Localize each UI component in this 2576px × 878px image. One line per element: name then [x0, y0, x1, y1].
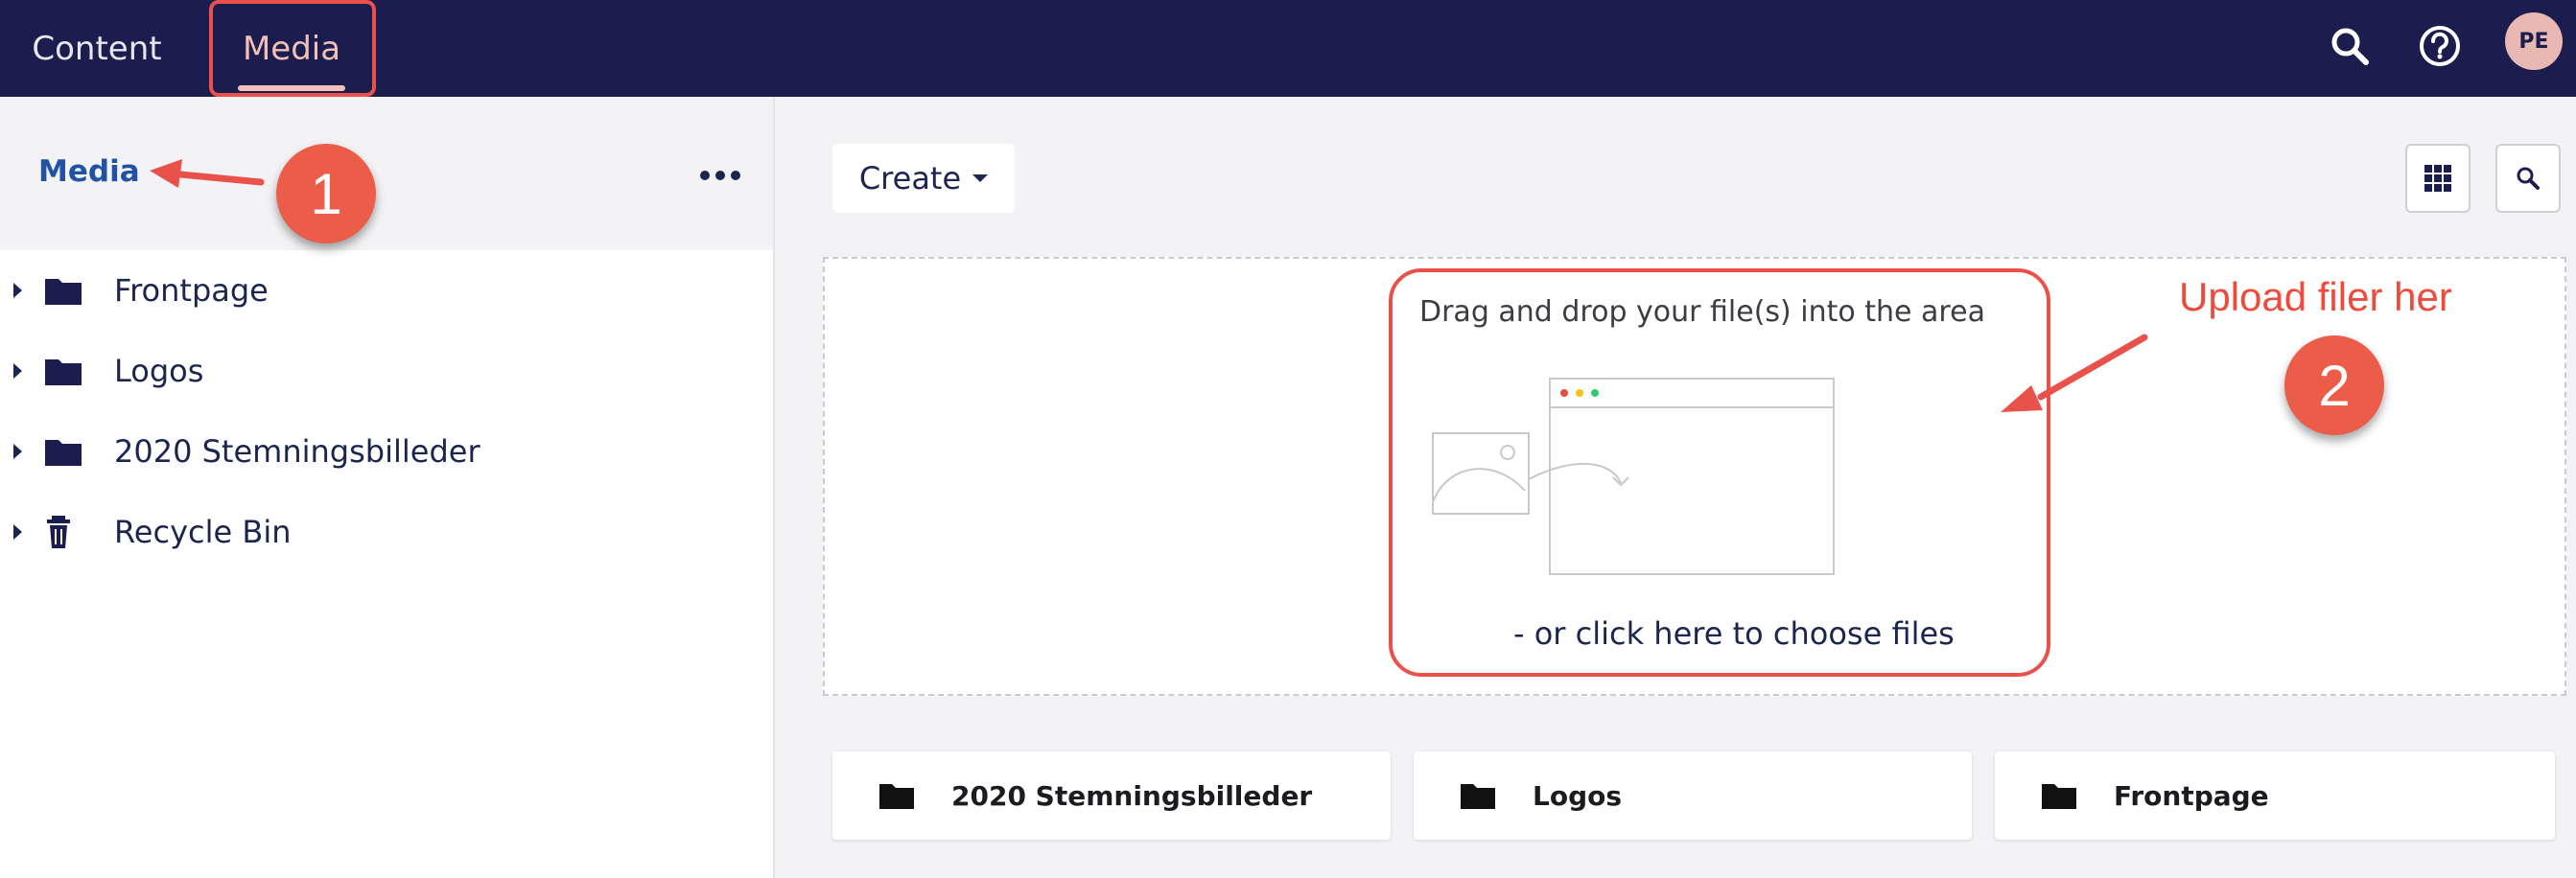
annotation-badge-2: 2	[2284, 335, 2384, 435]
annotation-badge-1: 1	[276, 144, 376, 243]
annotation-note: Upload filer her	[2179, 274, 2452, 319]
annotation-arrows	[150, 159, 2148, 412]
